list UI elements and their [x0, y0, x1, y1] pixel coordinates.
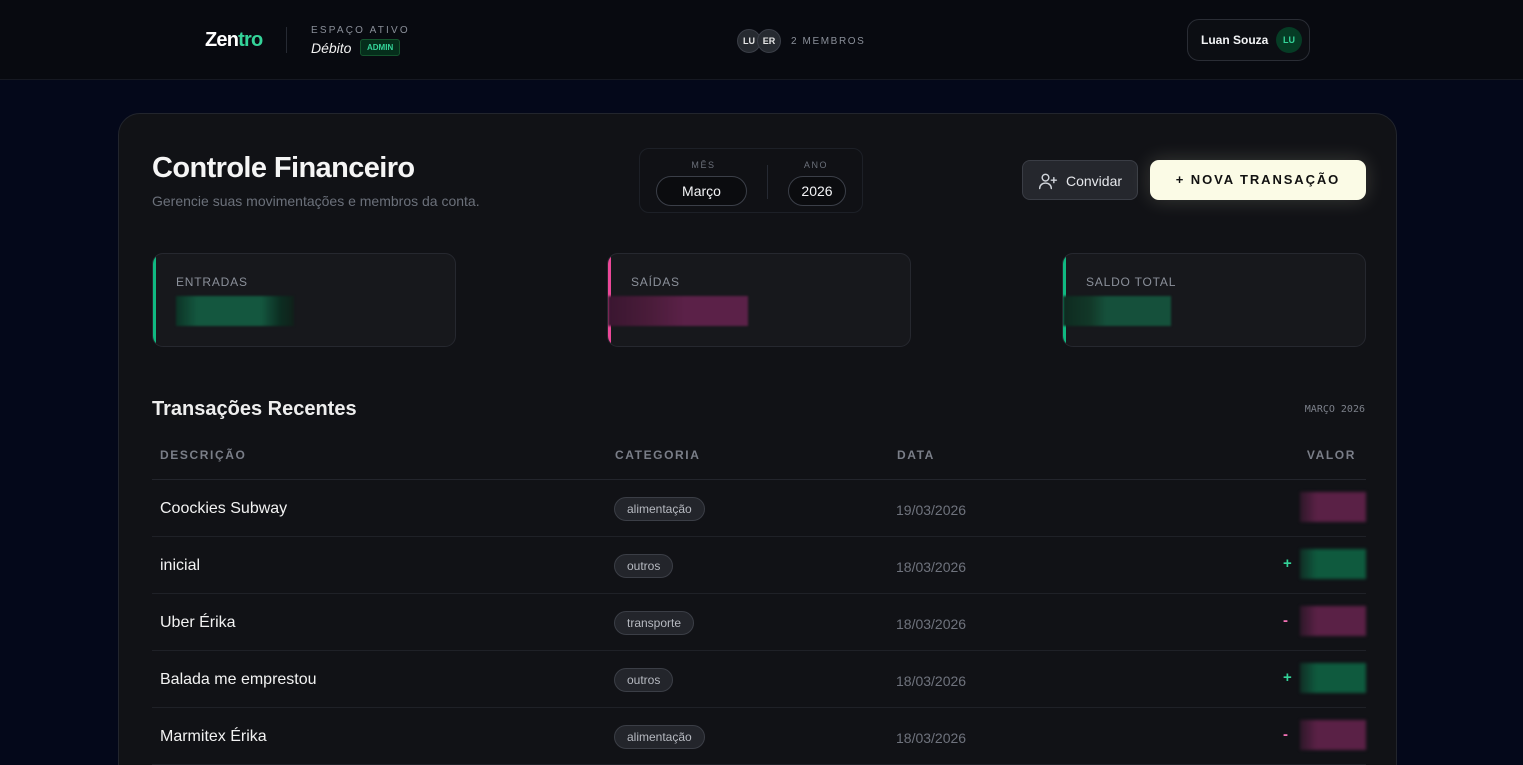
month-selector: MÊS Março: [640, 149, 767, 214]
period-selector: MÊS Março ANO 2026: [639, 148, 863, 213]
page-subtitle: Gerencie suas movimentações e membros da…: [152, 193, 480, 209]
amount-blurred: [1300, 549, 1366, 579]
user-menu[interactable]: Luan Souza LU: [1187, 19, 1310, 61]
year-label: ANO: [803, 160, 829, 170]
stat-label-income: ENTRADAS: [176, 275, 248, 289]
main-card: Controle Financeiro Gerencie suas movime…: [118, 113, 1397, 765]
column-header-value[interactable]: VALOR: [1307, 448, 1356, 462]
category-tag: alimentação: [614, 497, 705, 521]
amount-sign: -: [1283, 612, 1288, 629]
user-plus-icon: [1038, 173, 1058, 190]
new-transaction-button[interactable]: + NOVA TRANSAÇÃO: [1150, 160, 1366, 200]
invite-button-label: Convidar: [1066, 173, 1123, 189]
category-tag: outros: [614, 668, 674, 692]
year-select[interactable]: 2026: [788, 176, 846, 206]
transaction-date: 18/03/2026: [896, 673, 967, 689]
category-tag: outros: [614, 554, 674, 578]
transaction-description: Balada me emprestou: [160, 671, 317, 688]
stat-value-blurred: [608, 296, 748, 326]
year-selector: ANO 2026: [768, 149, 864, 214]
category-tag: transporte: [614, 611, 695, 635]
category-tag: alimentação: [614, 725, 705, 749]
logo-accent-text: tro: [238, 29, 263, 51]
month-label: MÊS: [691, 160, 716, 170]
transactions-period: MARÇO 2026: [1304, 404, 1365, 415]
column-header-date[interactable]: DATA: [897, 448, 935, 462]
active-space-label: ESPAÇO ATIVO: [311, 25, 410, 36]
page-title: Controle Financeiro: [152, 152, 415, 184]
transaction-row[interactable]: Marmitex Érika alimentação 18/03/2026 -: [152, 708, 1366, 765]
stat-card-balance: SALDO TOTAL: [1062, 253, 1366, 347]
transaction-date: 18/03/2026: [896, 616, 967, 632]
amount-sign: -: [1283, 726, 1288, 743]
amount-blurred: [1300, 663, 1366, 693]
amount-blurred: [1300, 720, 1366, 750]
member-avatar: ER: [757, 29, 781, 53]
amount-blurred: [1300, 492, 1366, 522]
month-select[interactable]: Março: [656, 176, 747, 206]
transactions-title: Transações Recentes: [152, 398, 357, 420]
stat-value-blurred: [1063, 296, 1171, 326]
transaction-row[interactable]: Balada me emprestou outros 18/03/2026 +: [152, 651, 1366, 708]
admin-badge: ADMIN: [360, 39, 401, 56]
amount-sign: +: [1283, 555, 1292, 572]
transaction-row[interactable]: Uber Érika transporte 18/03/2026 -: [152, 594, 1366, 651]
stat-card-income: ENTRADAS: [152, 253, 456, 347]
zentro-logo[interactable]: Zentro: [205, 29, 263, 52]
stat-label-balance: SALDO TOTAL: [1086, 275, 1177, 289]
stat-card-expense: SAÍDAS: [607, 253, 911, 347]
transaction-description: Coockies Subway: [160, 500, 288, 517]
stat-label-expense: SAÍDAS: [631, 275, 680, 289]
user-avatar: LU: [1276, 27, 1302, 53]
transaction-date: 18/03/2026: [896, 730, 967, 746]
top-bar: Zentro ESPAÇO ATIVO Débito ADMIN LU ER 2…: [0, 0, 1523, 80]
invite-button[interactable]: Convidar: [1022, 160, 1138, 200]
column-header-category[interactable]: CATEGORIA: [615, 448, 701, 462]
transaction-row[interactable]: Coockies Subway alimentação 19/03/2026: [152, 480, 1366, 537]
stat-accent-bar: [153, 254, 156, 346]
transaction-description: Marmitex Érika: [160, 728, 267, 745]
members-count: 2 MEMBROS: [791, 36, 866, 47]
transaction-description: Uber Érika: [160, 614, 236, 631]
header-divider: [286, 27, 287, 53]
column-header-description[interactable]: DESCRIÇÃO: [160, 448, 246, 462]
transaction-date: 19/03/2026: [896, 502, 967, 518]
user-name: Luan Souza: [1201, 33, 1269, 47]
active-space-name[interactable]: Débito: [311, 40, 351, 56]
amount-sign: +: [1283, 669, 1292, 686]
transaction-row[interactable]: inicial outros 18/03/2026 +: [152, 537, 1366, 594]
transaction-description: inicial: [160, 557, 201, 574]
amount-blurred: [1300, 606, 1366, 636]
transaction-date: 18/03/2026: [896, 559, 967, 575]
stat-value-blurred: [176, 296, 294, 326]
logo-main-text: Zen: [205, 29, 239, 51]
